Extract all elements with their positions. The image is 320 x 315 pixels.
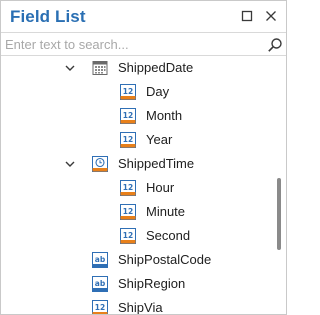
svg-text:ab: ab bbox=[95, 255, 106, 264]
tree-node-hour[interactable]: 12 Hour bbox=[1, 176, 271, 200]
number-field-icon: 12 bbox=[120, 180, 136, 196]
close-icon bbox=[266, 11, 276, 21]
svg-text:12: 12 bbox=[95, 303, 105, 312]
number-field-icon: 12 bbox=[120, 132, 136, 148]
tree-node-ship-postal-code[interactable]: ab ShipPostalCode bbox=[1, 248, 271, 272]
tree-node-label: ShipRegion bbox=[118, 276, 186, 291]
tree-node-label: Second bbox=[146, 228, 191, 243]
search-bar bbox=[1, 32, 286, 56]
tree-node-shipped-time[interactable]: ShippedTime bbox=[1, 152, 271, 176]
tree-node-day[interactable]: 12 Day bbox=[1, 80, 271, 104]
scrollbar-thumb[interactable] bbox=[277, 178, 281, 250]
tree-node-label: ShipVia bbox=[118, 300, 163, 314]
calendar-icon bbox=[92, 60, 108, 76]
number-field-icon: 12 bbox=[120, 84, 136, 100]
chevron-down-icon[interactable] bbox=[64, 62, 76, 74]
string-field-icon: ab bbox=[92, 252, 108, 268]
svg-text:12: 12 bbox=[123, 207, 133, 216]
number-field-icon: 12 bbox=[92, 300, 108, 314]
svg-text:12: 12 bbox=[123, 111, 133, 120]
svg-text:12: 12 bbox=[123, 135, 133, 144]
maximize-icon bbox=[241, 10, 253, 22]
tree-node-ship-region[interactable]: ab ShipRegion bbox=[1, 272, 271, 296]
panel-titlebar: Field List bbox=[1, 1, 286, 32]
svg-text:12: 12 bbox=[123, 183, 133, 192]
tree-node-ship-via[interactable]: 12 ShipVia bbox=[1, 296, 271, 314]
tree-node-label: Minute bbox=[146, 204, 186, 219]
field-tree: ShippedDate 12 Day 12 Month 12 Year Ship… bbox=[1, 56, 286, 314]
svg-text:12: 12 bbox=[123, 87, 133, 96]
vertical-scrollbar[interactable] bbox=[273, 56, 286, 314]
string-field-icon: ab bbox=[92, 276, 108, 292]
tree-node-label: Year bbox=[146, 132, 173, 147]
search-input[interactable] bbox=[5, 35, 255, 53]
tree-node-label: Month bbox=[146, 108, 183, 123]
close-button[interactable] bbox=[263, 8, 279, 24]
tree-node-label: ShipPostalCode bbox=[118, 252, 212, 267]
svg-text:ab: ab bbox=[95, 279, 106, 288]
number-field-icon: 12 bbox=[120, 204, 136, 220]
tree-node-year[interactable]: 12 Year bbox=[1, 128, 271, 152]
chevron-down-icon[interactable] bbox=[64, 158, 76, 170]
svg-text:12: 12 bbox=[123, 231, 133, 240]
tree-node-shipped-date[interactable]: ShippedDate bbox=[1, 56, 271, 80]
maximize-button[interactable] bbox=[239, 8, 255, 24]
panel-title: Field List bbox=[10, 7, 86, 26]
tree-node-label: ShippedTime bbox=[118, 156, 195, 171]
tree-node-label: ShippedDate bbox=[118, 60, 194, 75]
number-field-icon: 12 bbox=[120, 108, 136, 124]
tree-node-minute[interactable]: 12 Minute bbox=[1, 200, 271, 224]
field-list-panel: Field List Enter text to search... Shipp… bbox=[0, 0, 287, 315]
search-button[interactable] bbox=[267, 37, 283, 53]
clock-field-icon bbox=[92, 156, 108, 172]
tree-node-month[interactable]: 12 Month bbox=[1, 104, 271, 128]
tree-node-label: Hour bbox=[146, 180, 175, 195]
number-field-icon: 12 bbox=[120, 228, 136, 244]
search-icon bbox=[268, 38, 282, 52]
tree-node-label: Day bbox=[146, 84, 170, 99]
tree-node-second[interactable]: 12 Second bbox=[1, 224, 271, 248]
